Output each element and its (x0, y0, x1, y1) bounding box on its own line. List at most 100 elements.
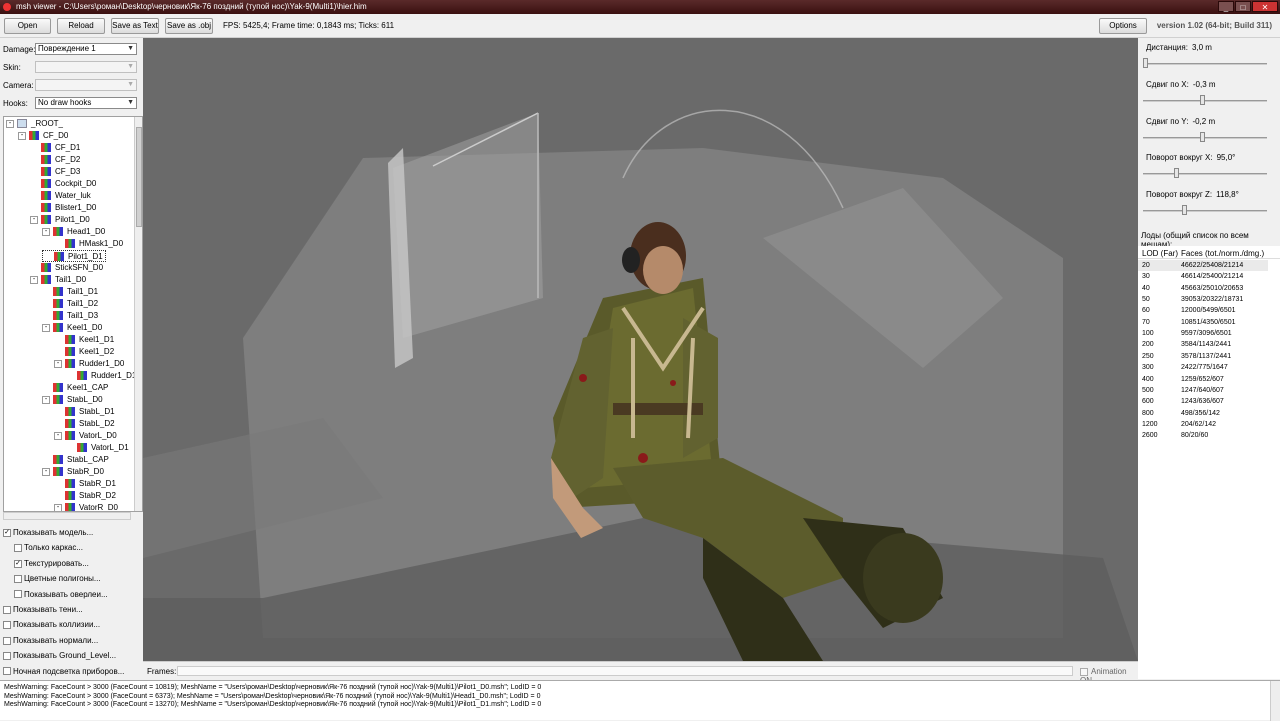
tree-node[interactable]: Pilot1_D1 (42, 250, 106, 262)
lod-row[interactable]: 200 3584/1143/2441 (1138, 339, 1268, 350)
checkbox-box[interactable] (3, 605, 11, 614)
tree-node[interactable]: Tail1_D2 (42, 298, 98, 310)
option-checkbox[interactable]: Ночная подсветка приборов... (3, 666, 124, 678)
save-as-obj-button[interactable]: Save as .obj (165, 18, 213, 34)
tree-node[interactable]: Water_luk (30, 190, 91, 202)
collapse-toggle[interactable]: - (42, 323, 50, 332)
tree-node[interactable]: Keel1_D2 (54, 346, 114, 358)
checkbox-box[interactable] (3, 621, 11, 630)
camera-select[interactable]: ▼ (35, 79, 137, 91)
lod-row[interactable]: 60 12000/5499/6501 (1138, 305, 1268, 316)
tree-node[interactable]: Cockpit_D0 (30, 178, 96, 190)
slider-thumb[interactable] (1173, 168, 1179, 179)
checkbox-box[interactable] (14, 590, 22, 599)
option-checkbox[interactable]: Показывать оверлеи... (14, 589, 108, 601)
collapse-toggle[interactable]: - (42, 227, 50, 236)
collapse-toggle[interactable]: - (30, 275, 38, 284)
slider-thumb[interactable] (1200, 131, 1206, 142)
collapse-toggle[interactable]: - (18, 131, 26, 140)
collapse-toggle[interactable]: - (6, 119, 14, 128)
option-checkbox[interactable]: Показывать коллизии... (3, 619, 100, 631)
option-checkbox[interactable]: ✓ Текстурировать... (14, 558, 89, 570)
slider-thumb[interactable] (1200, 94, 1206, 105)
animation-checkbox[interactable] (1080, 667, 1088, 676)
collapse-toggle[interactable]: - (54, 359, 62, 368)
lod-row[interactable]: 100 9597/3096/6501 (1138, 328, 1268, 339)
log-console[interactable]: MeshWarning: FaceCount > 3000 (FaceCount… (0, 680, 1280, 721)
tree-node[interactable]: - StabL_D0 (42, 394, 103, 406)
collapse-toggle[interactable]: - (54, 503, 62, 511)
tree-node[interactable]: Rudder1_D1 (66, 370, 136, 382)
reload-button[interactable]: Reload (57, 18, 105, 34)
tree-node[interactable]: StabL_CAP (42, 454, 109, 466)
tree-node[interactable]: StabR_D1 (54, 478, 116, 490)
skin-select[interactable]: ▼ (35, 61, 137, 73)
checkbox-box[interactable] (3, 667, 11, 676)
lod-row[interactable]: 2600 80/20/60 (1138, 430, 1268, 441)
slider-thumb[interactable] (1143, 58, 1148, 68)
lod-row[interactable]: 800 498/356/142 (1138, 408, 1268, 419)
close-button[interactable]: ✕ (1252, 1, 1278, 12)
tree-node[interactable]: StabL_D2 (54, 418, 115, 430)
maximize-button[interactable]: □ (1235, 1, 1251, 12)
collapse-toggle[interactable]: - (30, 215, 38, 224)
tree-node[interactable]: - Pilot1_D0 (30, 214, 90, 226)
lod-row[interactable]: 500 1247/640/607 (1138, 385, 1268, 396)
lod-row[interactable]: 400 1259/652/607 (1138, 374, 1268, 385)
lod-row[interactable]: 1200 204/62/142 (1138, 419, 1268, 430)
tree-node[interactable]: CF_D1 (30, 142, 80, 154)
checkbox-box[interactable] (14, 575, 22, 584)
option-checkbox[interactable]: Только каркас... (14, 542, 83, 554)
option-checkbox[interactable]: Цветные полигоны... (14, 573, 101, 585)
lod-row[interactable]: 20 46622/25408/21214 (1138, 260, 1268, 271)
tree-node[interactable]: Blister1_D0 (30, 202, 96, 214)
lod-row[interactable]: 50 39053/20322/18731 (1138, 294, 1268, 305)
3d-viewport[interactable] (143, 38, 1138, 661)
options-button[interactable]: Options (1099, 18, 1147, 34)
tree-node[interactable]: - Head1_D0 (42, 226, 105, 238)
tree-node[interactable]: - _ROOT_ (6, 118, 63, 130)
lod-row[interactable]: 300 2422/775/1647 (1138, 362, 1268, 373)
tree-node[interactable]: - VatorL_D0 (54, 430, 117, 442)
checkbox-box[interactable] (3, 636, 11, 645)
checkbox-box[interactable] (3, 652, 11, 661)
checkmark-icon[interactable]: ✓ (3, 528, 11, 537)
tree-node[interactable]: HMask1_D0 (54, 238, 123, 250)
tree-node[interactable]: - CF_D0 (18, 130, 68, 142)
slider-track[interactable] (1143, 63, 1267, 65)
lod-row[interactable]: 70 10851/4350/6501 (1138, 317, 1268, 328)
collapse-toggle[interactable]: - (54, 431, 62, 440)
open-button[interactable]: Open (4, 18, 51, 34)
option-checkbox[interactable]: Показывать тени... (3, 604, 83, 616)
tree-node[interactable]: VatorL_D1 (66, 442, 129, 454)
option-checkbox[interactable]: Показывать нормали... (3, 635, 98, 647)
lod-row[interactable]: 30 46614/25400/21214 (1138, 271, 1268, 282)
collapse-toggle[interactable]: - (42, 395, 50, 404)
scroll-thumb[interactable] (136, 127, 142, 227)
checkbox-box[interactable] (14, 544, 22, 553)
frames-slider[interactable] (177, 666, 1073, 676)
tree-node[interactable]: - StabR_D0 (42, 466, 104, 478)
lod-row[interactable]: 40 45663/25010/20653 (1138, 283, 1268, 294)
save-as-text-button[interactable]: Save as Text (111, 18, 159, 34)
option-checkbox[interactable]: Показывать Ground_Level... (3, 650, 116, 662)
tree-node[interactable]: StabR_D2 (54, 490, 116, 502)
tree-node[interactable]: - Rudder1_D0 (54, 358, 124, 370)
slider-track[interactable] (1143, 173, 1267, 176)
tree-node[interactable]: Keel1_D1 (54, 334, 114, 346)
lod-row[interactable]: 250 3578/1137/2441 (1138, 351, 1268, 362)
slider-thumb[interactable] (1182, 205, 1188, 216)
tree-node[interactable]: Keel1_CAP (42, 382, 108, 394)
tree-node[interactable]: StickSFN_D0 (30, 262, 103, 274)
tree-horizontal-scrollbar[interactable] (3, 512, 131, 520)
lod-row[interactable]: 600 1243/636/607 (1138, 396, 1268, 407)
tree-node[interactable]: Tail1_D3 (42, 310, 98, 322)
tree-node[interactable]: - VatorR_D0 (54, 502, 118, 511)
option-checkbox[interactable]: ✓ Показывать модель... (3, 527, 93, 539)
tree-node[interactable]: StabL_D1 (54, 406, 115, 418)
lod-table[interactable]: 20 46622/25408/21214 30 46614/25400/21214 40… (1138, 259, 1280, 679)
tree-node[interactable]: CF_D3 (30, 166, 80, 178)
console-scrollbar[interactable] (1270, 681, 1280, 721)
minimize-button[interactable]: _ (1218, 1, 1234, 12)
tree-node[interactable]: - Keel1_D0 (42, 322, 102, 334)
